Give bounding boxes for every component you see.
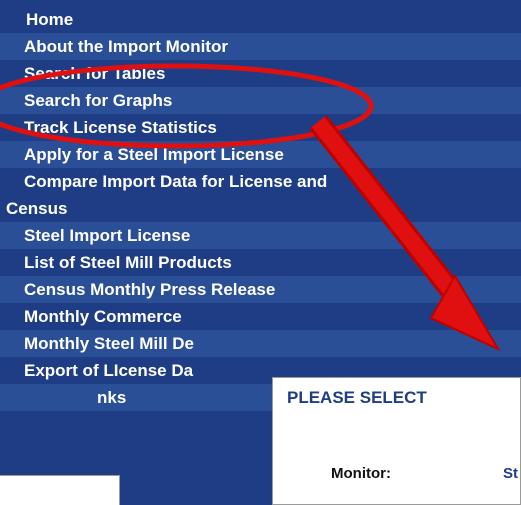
monitor-value[interactable]: St — [503, 465, 521, 482]
nav-item-monthly-steel-mill[interactable]: Monthly Steel Mill De — [0, 330, 521, 357]
nav-item-search-tables[interactable]: Search for Tables — [0, 60, 521, 87]
nav-item-steel-mill-products[interactable]: List of Steel Mill Products — [0, 249, 521, 276]
monitor-label: Monitor: — [331, 465, 391, 482]
nav-item-search-graphs[interactable]: Search for Graphs — [0, 87, 521, 114]
nav-item-steel-import-license[interactable]: Steel Import License — [0, 222, 521, 249]
nav-item-track-license-statistics[interactable]: Track License Statistics — [0, 114, 521, 141]
popup-title: PLEASE SELECT — [287, 388, 427, 407]
nav-item-compare-import-data-cont[interactable]: Census — [0, 195, 521, 222]
partial-popup-box — [0, 475, 120, 505]
nav-item-about-import-monitor[interactable]: About the Import Monitor — [0, 33, 521, 60]
nav-item-apply-steel-import-license[interactable]: Apply for a Steel Import License — [0, 141, 521, 168]
nav-item-compare-import-data[interactable]: Compare Import Data for License and — [0, 168, 521, 195]
nav-item-home[interactable]: Home — [0, 6, 521, 33]
nav-item-census-press-release[interactable]: Census Monthly Press Release — [0, 276, 521, 303]
select-popup: PLEASE SELECT Monitor: St — [272, 377, 521, 505]
nav-item-monthly-commerce[interactable]: Monthly Commerce — [0, 303, 521, 330]
